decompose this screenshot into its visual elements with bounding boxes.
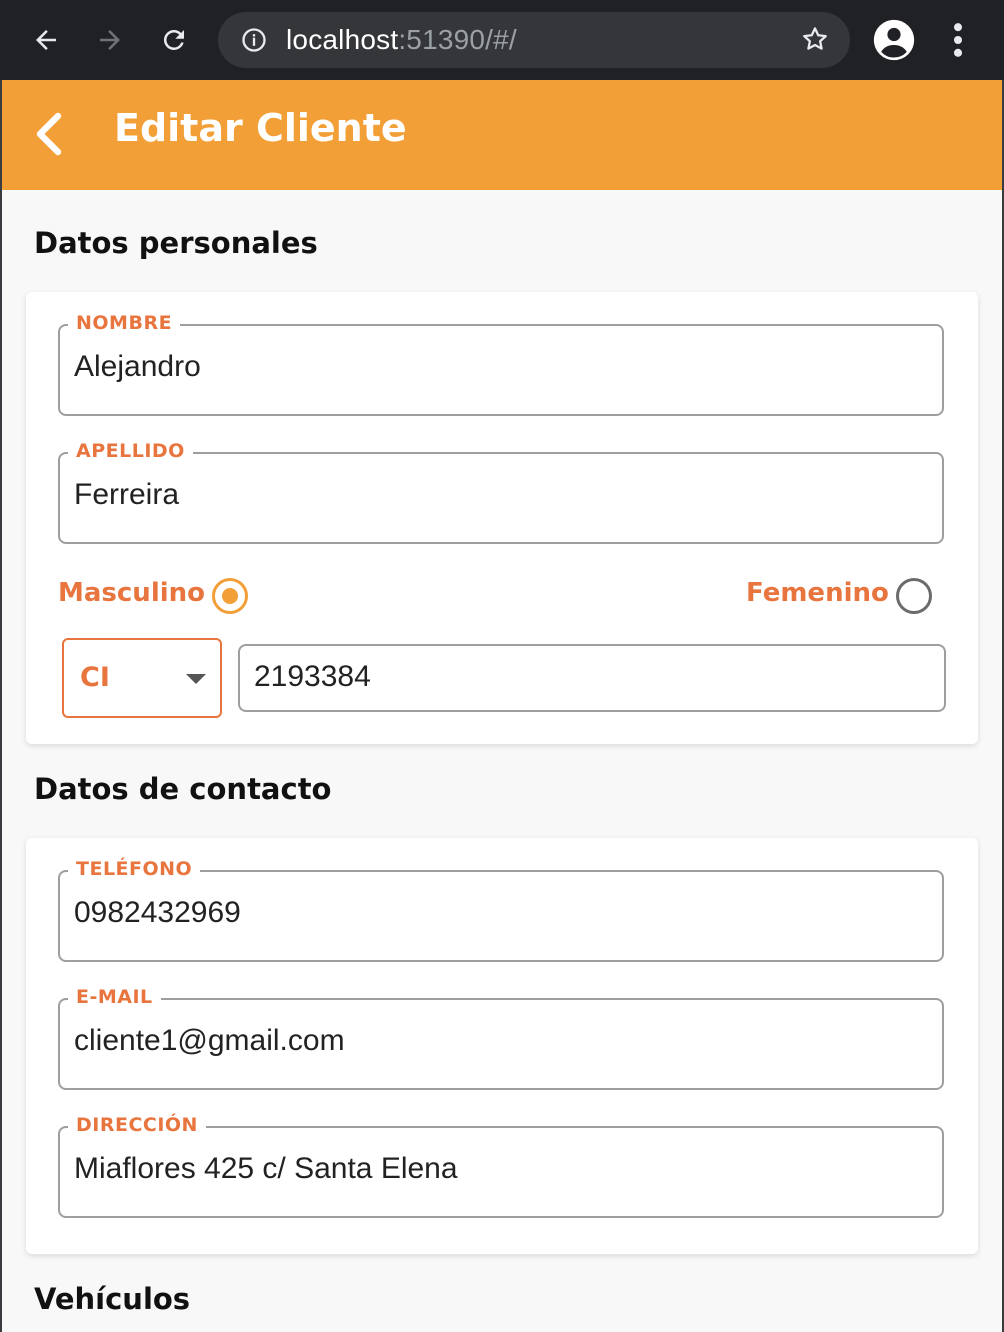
telefono-label: TELÉFONO [68,858,201,880]
email-label: E-MAIL [68,986,161,1008]
more-vert-icon[interactable] [940,18,976,66]
direccion-label: DIRECCIÓN [68,1114,206,1136]
nombre-field[interactable]: NOMBRE Alejandro [58,312,944,416]
doc-number-field[interactable]: 2193384 [238,644,946,712]
url-host: localhost [286,24,399,55]
direccion-value: Miaflores 425 c/ Santa Elena [74,1152,458,1185]
femenino-label[interactable]: Femenino [746,578,889,608]
radio-dot [222,588,238,604]
apellido-value: Ferreira [74,478,180,511]
info-icon[interactable] [240,26,268,58]
apellido-label: APELLIDO [68,440,193,462]
email-field[interactable]: E-MAIL cliente1@gmail.com [58,986,944,1090]
url-path: :51390/#/ [398,24,517,55]
femenino-radio[interactable] [896,578,932,614]
section-title-vehiculos: Vehículos [34,1282,191,1316]
nombre-value: Alejandro [74,350,201,383]
app-bar: Editar Cliente [2,80,1002,190]
masculino-label[interactable]: Masculino [58,578,205,608]
contact-card: TELÉFONO 0982432969 E-MAIL cliente1@gmai… [26,838,978,1254]
dropdown-arrow-icon [186,674,206,684]
apellido-field[interactable]: APELLIDO Ferreira [58,440,944,544]
nombre-label: NOMBRE [68,312,181,334]
personal-card: NOMBRE Alejandro APELLIDO Ferreira Mascu… [26,292,978,744]
address-bar[interactable]: localhost:51390/#/ [218,12,850,68]
reload-icon[interactable] [152,18,196,62]
browser-toolbar: localhost:51390/#/ [0,0,1004,80]
account-icon[interactable] [872,18,916,66]
page-title: Editar Cliente [114,106,407,150]
chevron-left-icon[interactable] [30,110,66,162]
direccion-field[interactable]: DIRECCIÓN Miaflores 425 c/ Santa Elena [58,1114,944,1218]
telefono-value: 0982432969 [74,896,241,929]
section-title-personal: Datos personales [34,226,318,260]
url-text: localhost:51390/#/ [286,24,517,56]
star-icon[interactable] [800,24,830,58]
forward-arrow-icon[interactable] [88,18,132,62]
back-arrow-icon[interactable] [24,18,68,62]
email-value: cliente1@gmail.com [74,1024,345,1057]
doc-type-value: CI [80,662,110,693]
section-title-contact: Datos de contacto [34,772,332,806]
doc-type-select[interactable]: CI [62,638,222,718]
app-viewport: Editar Cliente Datos personales NOMBRE A… [2,80,1002,1332]
telefono-field[interactable]: TELÉFONO 0982432969 [58,858,944,962]
masculino-radio[interactable] [212,578,248,614]
doc-number-value: 2193384 [254,660,371,693]
